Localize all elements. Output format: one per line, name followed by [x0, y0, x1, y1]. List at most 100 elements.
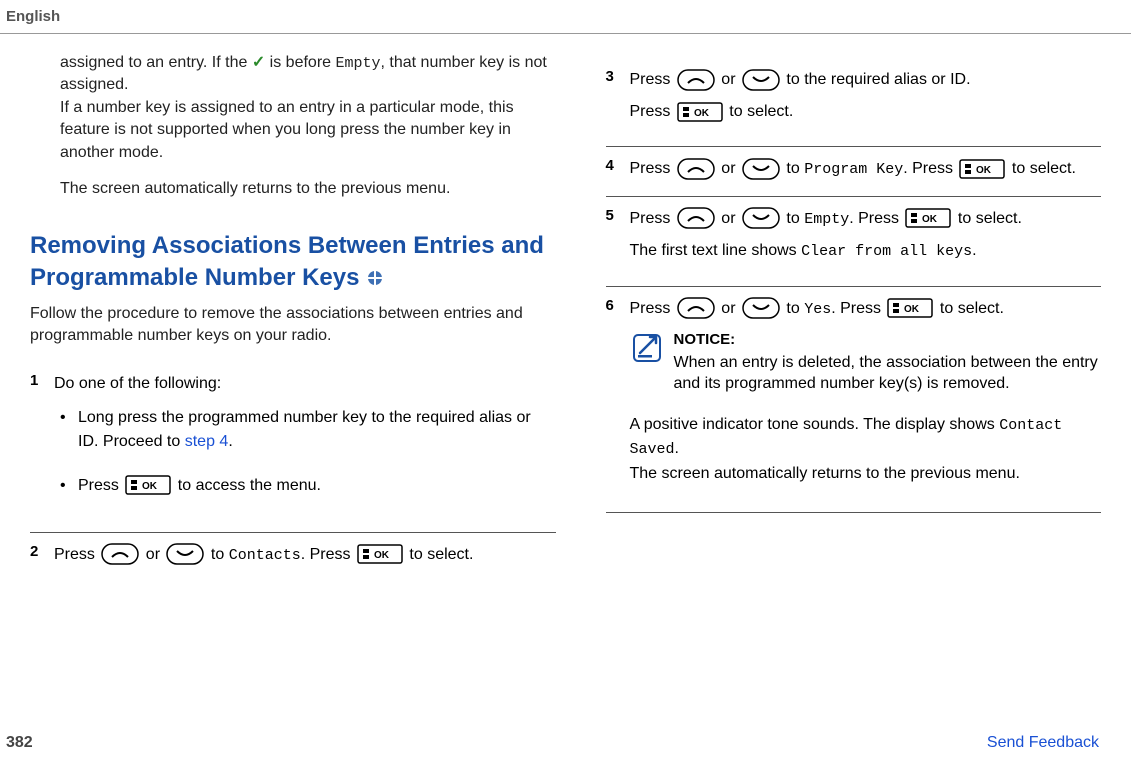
step-lead: Do one of the following:: [54, 372, 556, 396]
step-2: 2 Press or to Contacts. Press to select.: [30, 532, 556, 582]
text: . Press: [301, 546, 355, 563]
down-button-icon: [742, 158, 780, 180]
text: Press: [630, 300, 675, 317]
text: .: [972, 242, 976, 259]
step-number: 2: [30, 543, 54, 568]
notice-icon: [630, 331, 664, 373]
text: A positive indicator tone sounds. The di…: [630, 416, 1000, 433]
yes-label: Yes: [804, 301, 831, 318]
text: or: [717, 300, 740, 317]
step-4-link[interactable]: step 4: [185, 433, 229, 450]
down-button-icon: [742, 297, 780, 319]
send-feedback-link[interactable]: Send Feedback: [987, 734, 1099, 752]
step-number: 3: [606, 68, 630, 132]
up-button-icon: [677, 158, 715, 180]
notice-text: NOTICE: When an entry is deleted, the as…: [674, 329, 1102, 403]
intro-paragraph-2: The screen automatically returns to the …: [60, 178, 556, 200]
down-button-icon: [742, 69, 780, 91]
step-body: Press or to Contacts. Press to select.: [54, 543, 556, 568]
empty-label: Empty: [804, 211, 849, 228]
intro-text: assigned to an entry. If the: [60, 54, 252, 71]
step-number: 5: [606, 207, 630, 272]
step-number: 1: [30, 372, 54, 518]
program-key-label: Program Key: [804, 161, 903, 178]
language-label: English: [6, 8, 60, 25]
step-body: Press or to Yes. Press to select. NOTICE…: [630, 297, 1102, 494]
text: Press: [630, 71, 675, 88]
text: The first text line shows: [630, 242, 802, 259]
bullet-text: Press to access the menu.: [78, 474, 321, 498]
ok-button-icon: [959, 159, 1005, 179]
page-header: English: [0, 0, 1131, 34]
step-body: Press or to the required alias or ID. Pr…: [630, 68, 1102, 132]
down-button-icon: [166, 543, 204, 565]
step-number: 4: [606, 157, 630, 182]
text: to select.: [953, 210, 1021, 227]
check-icon: ✓: [252, 54, 265, 71]
text: . Press: [849, 210, 903, 227]
text: .: [228, 433, 232, 450]
ok-button-icon: [125, 475, 171, 495]
section-subtext: Follow the procedure to remove the assoc…: [30, 303, 556, 348]
page-number: 382: [6, 734, 33, 752]
text: to select.: [405, 546, 473, 563]
text: to: [782, 160, 804, 177]
bullet-item: • Long press the programmed number key t…: [54, 406, 556, 454]
text: Press: [630, 210, 675, 227]
text: . Press: [831, 300, 885, 317]
step-1: 1 Do one of the following: • Long press …: [30, 362, 556, 532]
step-body: Do one of the following: • Long press th…: [54, 372, 556, 518]
bullet-dot: •: [54, 474, 78, 498]
text: or: [717, 71, 740, 88]
text: to select.: [1007, 160, 1075, 177]
left-column: assigned to an entry. If the ✓ is before…: [30, 52, 556, 581]
right-column: 3 Press or to the required alias or ID. …: [606, 52, 1102, 581]
text: to: [782, 210, 804, 227]
step-6: 6 Press or to Yes. Press to select. NOTI…: [606, 286, 1102, 508]
step-number: 6: [606, 297, 630, 494]
text: Long press the programmed number key to …: [78, 409, 531, 450]
up-button-icon: [677, 207, 715, 229]
ok-button-icon: [905, 208, 951, 228]
up-button-icon: [677, 69, 715, 91]
text: . Press: [903, 160, 957, 177]
intro-text: is before: [265, 54, 335, 71]
text: to select.: [725, 103, 793, 120]
step-5: 5 Press or to Empty. Press to select. Th…: [606, 196, 1102, 286]
text: to: [206, 546, 228, 563]
bullet-dot: •: [54, 406, 78, 454]
text: or: [141, 546, 164, 563]
intro-paragraph-1: assigned to an entry. If the ✓ is before…: [60, 52, 556, 164]
section-end-rule: [606, 512, 1102, 513]
intro-text: If a number key is assigned to an entry …: [60, 99, 514, 161]
text: or: [717, 210, 740, 227]
text: to access the menu.: [173, 477, 321, 494]
globe-icon: [368, 271, 382, 285]
text: Press: [78, 477, 123, 494]
text: .: [675, 440, 679, 457]
up-button-icon: [677, 297, 715, 319]
up-button-icon: [101, 543, 139, 565]
text: to select.: [935, 300, 1003, 317]
text: Press: [630, 160, 675, 177]
ok-button-icon: [887, 298, 933, 318]
bullet-text: Long press the programmed number key to …: [78, 406, 556, 454]
heading-text: Removing Associations Between Entries an…: [30, 232, 544, 290]
step-3: 3 Press or to the required alias or ID. …: [606, 58, 1102, 146]
page-footer: 382 Send Feedback: [0, 734, 1131, 752]
step-body: Press or to Empty. Press to select. The …: [630, 207, 1102, 272]
section-heading: Removing Associations Between Entries an…: [30, 230, 556, 292]
down-button-icon: [742, 207, 780, 229]
notice-label: NOTICE:: [674, 329, 1102, 352]
notice-body: When an entry is deleted, the associatio…: [674, 352, 1102, 395]
text: to the required alias or ID.: [782, 71, 971, 88]
text: to: [782, 300, 804, 317]
step-4: 4 Press or to Program Key. Press to sele…: [606, 146, 1102, 196]
text: Press: [54, 546, 99, 563]
notice-block: NOTICE: When an entry is deleted, the as…: [630, 329, 1102, 403]
text: or: [717, 160, 740, 177]
clear-keys-label: Clear from all keys: [801, 243, 972, 260]
bullet-item: • Press to access the menu.: [54, 474, 556, 498]
step-body: Press or to Program Key. Press to select…: [630, 157, 1102, 182]
ok-button-icon: [357, 544, 403, 564]
